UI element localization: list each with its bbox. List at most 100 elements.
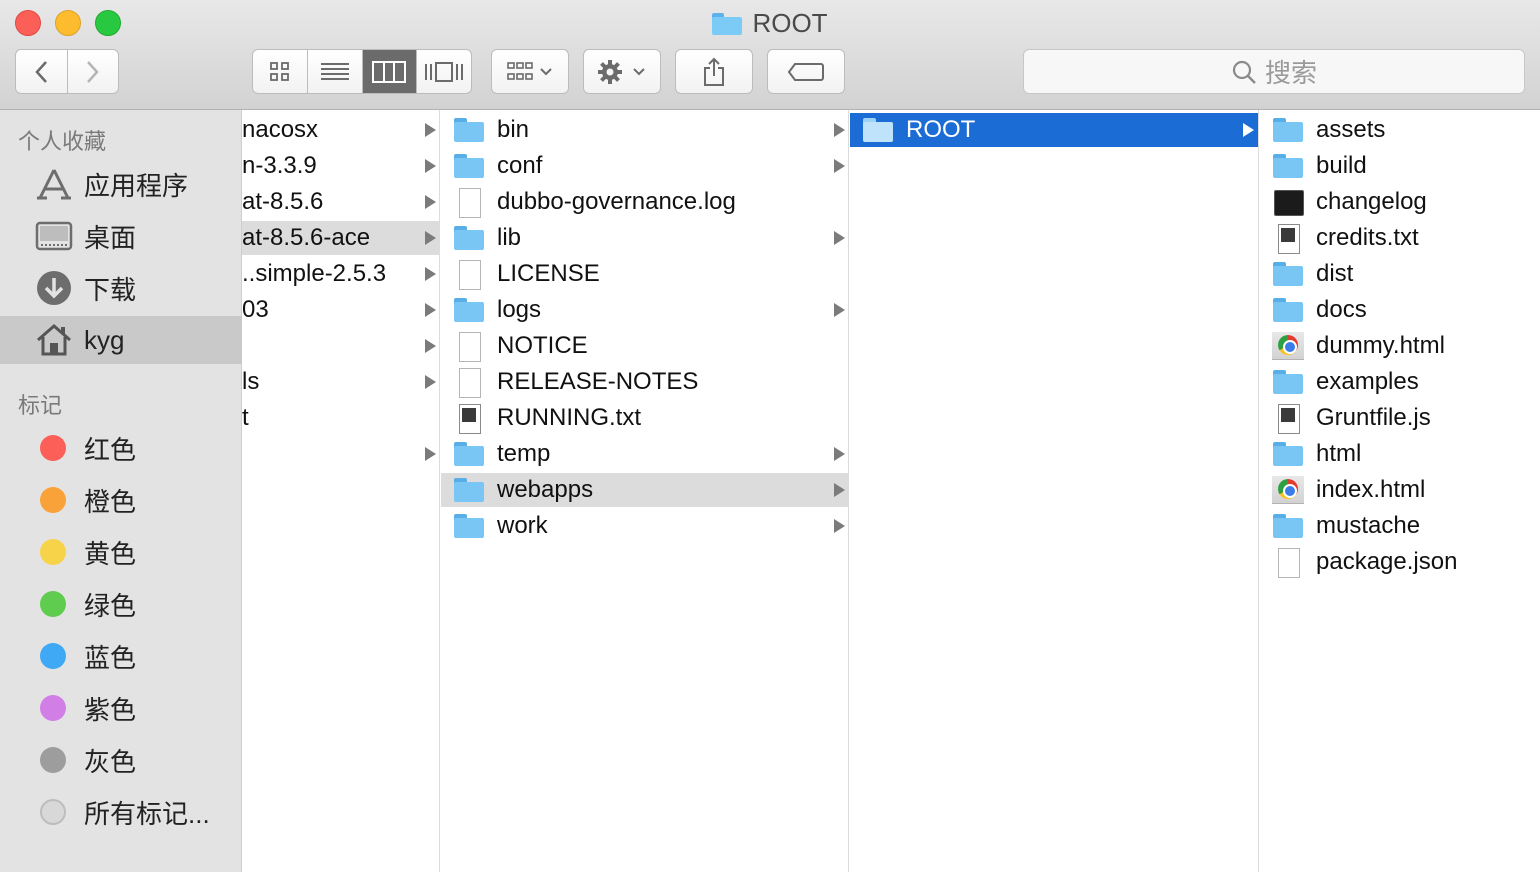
text-file-icon xyxy=(453,404,485,434)
sidebar-item-applications[interactable]: 应用程序 xyxy=(0,160,242,208)
list-item[interactable]: credits.txt xyxy=(1260,221,1540,255)
folder-icon xyxy=(453,440,485,468)
list-item[interactable]: build xyxy=(1260,149,1540,183)
list-item[interactable]: ls xyxy=(242,365,439,399)
item-label: logs xyxy=(497,296,542,323)
item-label: work xyxy=(497,512,548,539)
list-item[interactable]: assets xyxy=(1260,113,1540,147)
list-item[interactable]: lib xyxy=(441,221,848,255)
folder-icon xyxy=(453,152,485,180)
item-label: Gruntfile.js xyxy=(1316,404,1431,431)
folder-icon xyxy=(1272,152,1304,180)
list-item[interactable]: dist xyxy=(1260,257,1540,291)
item-label: dummy.html xyxy=(1316,332,1445,359)
chevron-right-icon xyxy=(425,267,436,281)
list-item[interactable]: RELEASE-NOTES xyxy=(441,365,848,399)
list-item[interactable]: webapps xyxy=(441,473,848,507)
document-icon xyxy=(1272,548,1304,578)
list-item[interactable]: mustache xyxy=(1260,509,1540,543)
item-label: credits.txt xyxy=(1316,224,1419,251)
sidebar-tag-red[interactable]: 红色 xyxy=(0,424,242,472)
sidebar-item-label: 应用程序 xyxy=(84,170,189,201)
list-item[interactable]: at-8.5.6 xyxy=(242,185,439,219)
sidebar-item-desktop[interactable]: 桌面 xyxy=(0,212,242,260)
sidebar-tag-blue[interactable]: 蓝色 xyxy=(0,632,242,680)
chevron-right-icon xyxy=(425,375,436,389)
sidebar-item-downloads[interactable]: 下载 xyxy=(0,264,242,312)
purple-tag-icon xyxy=(40,695,66,721)
terminal-icon xyxy=(1272,188,1304,216)
list-item[interactable]: index.html xyxy=(1260,473,1540,507)
sidebar-tag-gray[interactable]: 灰色 xyxy=(0,736,242,784)
item-label: index.html xyxy=(1316,476,1426,503)
back-button[interactable] xyxy=(16,50,68,93)
list-item[interactable]: t xyxy=(242,401,439,435)
list-item[interactable]: package.json xyxy=(1260,545,1540,579)
item-label: LICENSE xyxy=(497,260,600,287)
list-item[interactable]: bin xyxy=(441,113,848,147)
column-view-button[interactable] xyxy=(362,50,418,93)
share-button[interactable] xyxy=(675,49,753,94)
arrange-button[interactable] xyxy=(491,49,569,94)
search-field[interactable]: 搜索 xyxy=(1023,49,1525,94)
list-item[interactable]: work xyxy=(441,509,848,543)
sidebar-item-label: 蓝色 xyxy=(84,642,137,673)
sidebar-item-label: 黄色 xyxy=(84,538,137,569)
cover-flow-button[interactable] xyxy=(417,50,471,93)
chevron-right-icon xyxy=(834,519,845,533)
item-label: changelog xyxy=(1316,188,1427,215)
chevron-right-icon xyxy=(1243,123,1254,137)
sidebar-tag-yellow[interactable]: 黄色 xyxy=(0,528,242,576)
search-icon xyxy=(1232,60,1256,84)
list-item[interactable]: Gruntfile.js xyxy=(1260,401,1540,435)
column-3: ROOT xyxy=(850,110,1259,872)
list-item[interactable]: dubbo-governance.log xyxy=(441,185,848,219)
list-item[interactable]: examples xyxy=(1260,365,1540,399)
list-item[interactable]: docs xyxy=(1260,293,1540,327)
icon-view-button[interactable] xyxy=(253,50,308,93)
list-item[interactable]: changelog xyxy=(1260,185,1540,219)
list-item[interactable]: RUNNING.txt xyxy=(441,401,848,435)
list-item[interactable]: at-8.5.6-ace xyxy=(242,221,439,255)
folder-icon xyxy=(1272,368,1304,396)
sidebar-tag-all[interactable]: 所有标记... xyxy=(0,788,242,836)
folder-icon xyxy=(1272,440,1304,468)
chevron-right-icon xyxy=(834,303,845,317)
sidebar-item-label: 橙色 xyxy=(84,486,137,517)
list-item[interactable]: ..simple-2.5.3 xyxy=(242,257,439,291)
list-item[interactable]: html xyxy=(1260,437,1540,471)
item-label: nacosx xyxy=(242,116,319,143)
sidebar-item-label: 灰色 xyxy=(84,746,137,777)
sidebar-item-label: 紫色 xyxy=(84,694,137,725)
item-label: mustache xyxy=(1316,512,1421,539)
tag-icon xyxy=(787,62,824,81)
sidebar-tag-orange[interactable]: 橙色 xyxy=(0,476,242,524)
list-item[interactable]: temp xyxy=(441,437,848,471)
item-label: dubbo-governance.log xyxy=(497,188,736,215)
list-item[interactable]: n-3.3.9 xyxy=(242,149,439,183)
list-item[interactable]: conf xyxy=(441,149,848,183)
list-item[interactable] xyxy=(242,329,439,363)
list-item[interactable]: logs xyxy=(441,293,848,327)
tags-button[interactable] xyxy=(767,49,845,94)
item-label: NOTICE xyxy=(497,332,588,359)
blue-tag-icon xyxy=(40,643,66,669)
action-button[interactable] xyxy=(583,49,661,94)
item-label: bin xyxy=(497,116,530,143)
list-item[interactable]: 03 xyxy=(242,293,439,327)
sidebar-item-home[interactable]: kyg xyxy=(0,316,242,364)
column-4: assets build changelog credits.txt dist … xyxy=(1260,110,1540,872)
sidebar-item-label: 桌面 xyxy=(84,222,137,253)
sidebar-tag-purple[interactable]: 紫色 xyxy=(0,684,242,732)
list-view-button[interactable] xyxy=(308,50,363,93)
list-item[interactable]: NOTICE xyxy=(441,329,848,363)
item-label: build xyxy=(1316,152,1367,179)
forward-button[interactable] xyxy=(68,50,119,93)
list-item[interactable]: nacosx xyxy=(242,113,439,147)
item-label: at-8.5.6 xyxy=(242,188,324,215)
list-item[interactable] xyxy=(242,437,439,471)
sidebar-tag-green[interactable]: 绿色 xyxy=(0,580,242,628)
list-item[interactable]: ROOT xyxy=(850,113,1258,147)
list-item[interactable]: dummy.html xyxy=(1260,329,1540,363)
list-item[interactable]: LICENSE xyxy=(441,257,848,291)
